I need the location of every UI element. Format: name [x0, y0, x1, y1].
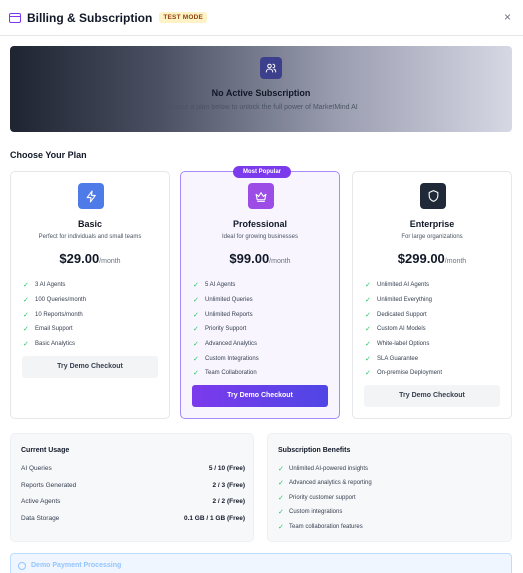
feature-list: ✓ Unlimited AI Agents ✓ Unlimited Everythi… [365, 278, 442, 381]
plan-name: Basic [77, 219, 103, 229]
price-period: /month [269, 258, 291, 265]
check-icon: ✓ [278, 466, 284, 473]
feature-list: ✓ 3 AI Agents ✓ 100 Queries/month ✓ 10 Repo… [23, 278, 86, 351]
usage-title: Current Usage [21, 447, 70, 454]
check-icon: ✓ [193, 370, 199, 378]
benefit-item: ✓ Advanced analytics & reporting [278, 480, 372, 487]
current-usage-panel: Current Usage AI Queries 5 / 10 (Free) Re… [10, 433, 254, 542]
plan-description: For large organizations [401, 234, 463, 240]
feature-item: ✓ Unlimited Everything [365, 297, 433, 305]
shield-icon [420, 183, 446, 209]
benefits-title: Subscription Benefits [278, 447, 351, 454]
feature-item: ✓ 10 Reports/month [23, 311, 83, 319]
check-icon: ✓ [193, 326, 199, 334]
feature-list: ✓ 5 AI Agents ✓ Unlimited Queries ✓ Unlimit… [193, 278, 259, 381]
plan-price: $299.00/month [353, 250, 511, 268]
check-icon: ✓ [193, 355, 199, 363]
usage-row: Reports Generated 2 / 3 (Free) [21, 482, 245, 489]
credit-card-icon [9, 12, 21, 23]
feature-item: ✓ 3 AI Agents [23, 282, 66, 290]
check-icon: ✓ [365, 311, 371, 319]
check-icon: ✓ [365, 370, 371, 378]
feature-item: ✓ White-label Options [365, 341, 430, 349]
check-icon: ✓ [23, 341, 29, 349]
price-period: /month [99, 258, 121, 265]
plan-description: Ideal for growing businesses [221, 234, 299, 240]
price-period: /month [444, 258, 467, 265]
feature-item: ✓ Unlimited AI Agents [365, 282, 430, 290]
check-icon: ✓ [365, 297, 371, 305]
usage-row: Data Storage 0.1 GB / 1 GB (Free) [21, 515, 245, 522]
benefit-item: ✓ Priority customer support [278, 495, 356, 502]
price-amount: $299.00 [397, 251, 445, 266]
check-icon: ✓ [365, 355, 371, 363]
users-icon [260, 57, 282, 79]
benefit-item: ✓ Custom integrations [278, 509, 343, 516]
feature-item: ✓ SLA Guarantee [365, 355, 419, 363]
check-icon: ✓ [193, 297, 199, 305]
plan-name: Enterprise [409, 219, 455, 229]
plan-price: $99.00/month [181, 250, 339, 268]
usage-row: AI Queries 5 / 10 (Free) [21, 465, 245, 472]
plans-section-title: Choose Your Plan [10, 150, 87, 160]
feature-item: ✓ Dedicated Support [365, 311, 427, 319]
basic-checkout-button[interactable]: Try Demo Checkout [22, 356, 158, 378]
feature-item: ✓ Custom Integrations [193, 355, 259, 363]
check-icon: ✓ [278, 480, 284, 487]
feature-item: ✓ Unlimited Reports [193, 311, 253, 319]
check-icon: ✓ [278, 509, 284, 516]
check-icon: ✓ [23, 297, 29, 305]
bolt-icon [78, 183, 104, 209]
check-icon: ✓ [193, 282, 199, 290]
most-popular-badge: Most Popular [233, 166, 291, 178]
test-mode-badge: TEST MODE [159, 12, 208, 23]
feature-item: ✓ Unlimited Queries [193, 297, 253, 305]
plan-card-enterprise: Enterprise For large organizations $299.… [352, 171, 512, 419]
check-icon: ✓ [23, 282, 29, 290]
check-icon: ✓ [365, 282, 371, 290]
price-amount: $29.00 [59, 251, 100, 266]
professional-checkout-button[interactable]: Try Demo Checkout [192, 385, 328, 407]
price-amount: $99.00 [229, 251, 270, 266]
check-icon: ✓ [193, 311, 199, 319]
crown-icon [248, 183, 274, 209]
close-icon[interactable]: × [504, 11, 511, 23]
subscription-status-banner: No Active Subscription Choose a plan bel… [10, 46, 512, 132]
processing-label: Demo Payment Processing [31, 562, 122, 569]
check-icon: ✓ [278, 495, 284, 502]
feature-item: ✓ 5 AI Agents [193, 282, 236, 290]
plan-description: Perfect for individuals and small teams [38, 234, 142, 240]
feature-item: ✓ Advanced Analytics [193, 341, 258, 349]
subscription-benefits-panel: Subscription Benefits ✓ Unlimited AI-powe… [267, 433, 512, 542]
check-icon: ✓ [23, 326, 29, 334]
feature-item: ✓ 100 Queries/month [23, 297, 87, 305]
modal-title: Billing & Subscription [27, 10, 153, 25]
banner-subtitle: Choose a plan below to unlock the full p… [164, 104, 358, 111]
feature-item: ✓ Priority Support [193, 326, 247, 334]
usage-row: Active Agents 2 / 2 (Free) [21, 498, 245, 505]
check-icon: ✓ [365, 341, 371, 349]
benefit-item: ✓ Team collaboration features [278, 524, 363, 531]
plan-name: Professional [232, 219, 288, 229]
banner-title: No Active Subscription [211, 88, 311, 98]
modal-header: Billing & Subscription TEST MODE × [0, 0, 523, 36]
plan-price: $29.00/month [11, 250, 169, 268]
check-icon: ✓ [365, 326, 371, 334]
check-icon: ✓ [278, 524, 284, 531]
payment-processing-notice: Demo Payment Processing [10, 553, 512, 573]
feature-item: ✓ Email Support [23, 326, 73, 334]
check-icon: ✓ [23, 311, 29, 319]
feature-item: ✓ On-premise Deployment [365, 370, 443, 378]
feature-item: ✓ Team Collaboration [193, 370, 257, 378]
plan-card-professional: Most Popular Professional Ideal for grow… [180, 166, 340, 419]
check-icon: ✓ [193, 341, 199, 349]
benefit-item: ✓ Unlimited AI-powered insights [278, 466, 369, 473]
feature-item: ✓ Custom AI Models [365, 326, 426, 334]
spinner-icon [18, 562, 26, 570]
plan-card-basic: Basic Perfect for individuals and small … [10, 171, 170, 419]
enterprise-checkout-button[interactable]: Try Demo Checkout [364, 385, 500, 407]
feature-item: ✓ Basic Analytics [23, 341, 76, 349]
